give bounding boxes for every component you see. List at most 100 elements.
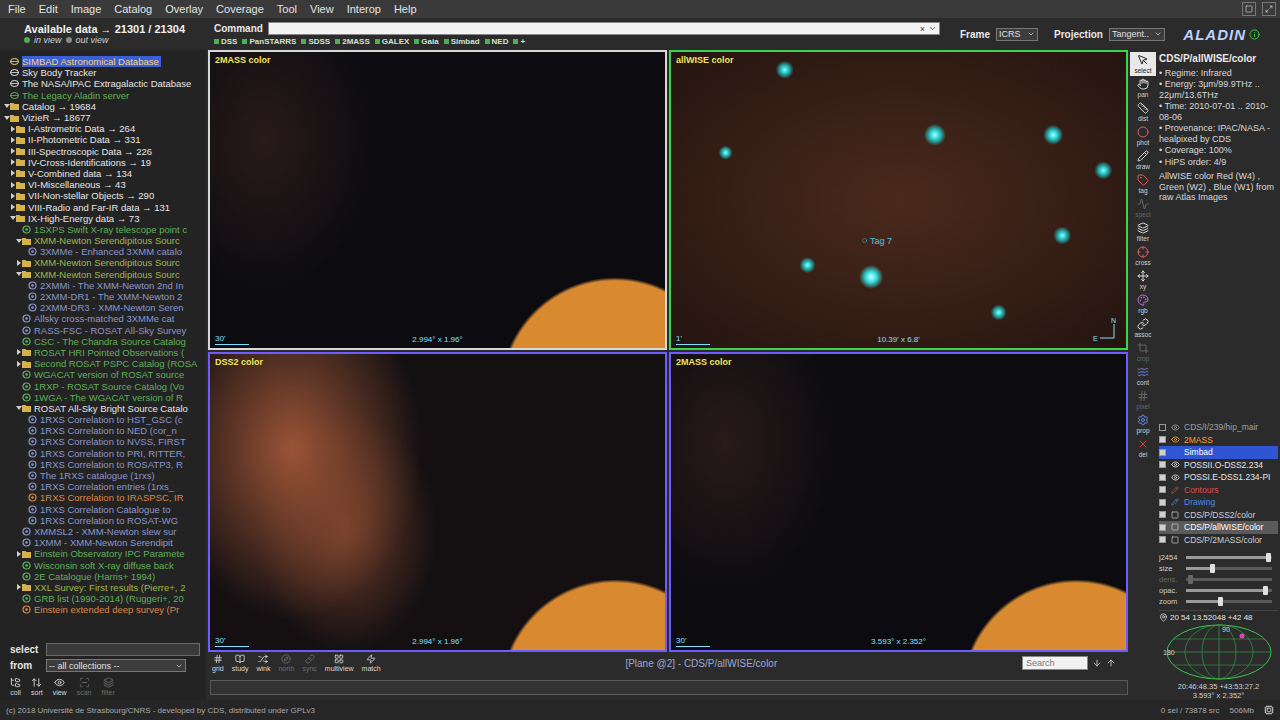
layer-checkbox[interactable] [1159,511,1166,518]
tool-button[interactable]: xy [1130,268,1156,292]
tool-button[interactable]: crop [1130,340,1156,364]
tree-toggle[interactable] [21,494,28,501]
tree-toggle[interactable] [21,416,28,423]
tree-toggle[interactable] [21,304,28,311]
collapsed-arrow-icon[interactable] [16,349,22,355]
view-tool-button[interactable]: wink [256,654,270,672]
layer-row[interactable]: POSSI.E-DSS1.234-PI [1159,471,1278,484]
layer-checkbox[interactable] [1159,474,1166,481]
quick-button[interactable]: Simbad [444,37,480,46]
quick-button[interactable]: 2MASS [335,37,370,46]
quick-button[interactable]: GALEX [375,37,410,46]
tool-button[interactable]: cross [1130,244,1156,268]
tree-toggle[interactable] [15,528,22,535]
allsky-globe[interactable]: 18090 [1162,622,1276,682]
layer-row[interactable]: CDS/P/DSS2/color [1159,509,1278,522]
tree-toggle[interactable] [21,483,28,490]
tree-item[interactable]: The 1RXS catalogue (1rxs) [0,470,206,481]
menu-item[interactable]: Image [67,0,111,18]
tree-toggle[interactable] [15,226,22,233]
tree-item[interactable]: 1WGA - The WGACAT version of R [0,392,206,403]
menu-item[interactable]: Tool [273,0,306,18]
slider-thumb[interactable] [1188,575,1193,584]
tree-toggle[interactable] [15,349,22,356]
tree-toggle[interactable] [3,80,10,87]
tree-item[interactable]: Second ROSAT PSPC Catalog (ROSA [0,358,206,369]
tree-toggle[interactable] [21,517,28,524]
collapsed-arrow-icon[interactable] [10,148,16,154]
projection-select[interactable]: Tangent.. [1109,28,1165,41]
menu-item[interactable]: View [306,0,343,18]
view-tool-button[interactable]: study [232,654,249,672]
tree-toggle[interactable] [15,595,22,602]
tree-toggle[interactable] [9,192,16,199]
tree-item[interactable]: VII-Non-stellar Objects → 290 [0,190,206,201]
tree-item[interactable]: 2E Catalogue (Harris+ 1994) [0,571,206,582]
layer-row[interactable]: CDS/P/2MASS/color [1159,534,1278,547]
tool-button[interactable]: draw [1130,148,1156,172]
collapsed-arrow-icon[interactable] [10,170,16,176]
collapsed-arrow-icon[interactable] [16,260,22,266]
expanded-arrow-icon[interactable] [16,405,22,411]
tree-toggle[interactable] [9,148,16,155]
tree-toggle[interactable] [15,394,22,401]
layer-checkbox[interactable] [1159,424,1166,431]
layer-checkbox[interactable] [1159,449,1166,456]
tree-item[interactable]: VizieR → 18677 [0,112,206,123]
tree-item[interactable]: IX-High-Energy data → 73 [0,213,206,224]
tree-item[interactable]: XMMSL2 - XMM-Newton slew sur [0,526,206,537]
layer-row[interactable]: Drawing [1159,496,1278,509]
tree-item[interactable]: 2XMM-DR1 - The XMM-Newton 2 [0,291,206,302]
next-arrow-icon[interactable] [1092,658,1102,668]
tree-toggle[interactable] [3,92,10,99]
menu-item[interactable]: Overlay [161,0,212,18]
collapsed-arrow-icon[interactable] [10,137,16,143]
tree-item[interactable]: Sky Body Tracker [0,67,206,78]
previous-arrow-icon[interactable] [1106,658,1116,668]
collapsed-arrow-icon[interactable] [16,584,22,590]
quick-button[interactable]: PanSTARRS [242,37,296,46]
layer-checkbox[interactable] [1159,524,1166,531]
view-tool-button[interactable]: multiview [325,654,354,672]
slider-thumb[interactable] [1263,586,1268,595]
tree-toggle[interactable] [9,181,16,188]
view-tool-button[interactable]: grid [212,654,224,672]
view-tool-button[interactable]: north [278,654,294,672]
layer-row[interactable]: CDS/I/239/hip_mair [1159,421,1278,434]
view-tool-button[interactable]: sync [302,654,316,672]
layer-row[interactable]: 2MASS [1159,434,1278,447]
collapsed-arrow-icon[interactable] [16,551,22,557]
tree-toggle[interactable] [15,237,22,244]
menu-item[interactable]: Catalog [110,0,161,18]
tree-item[interactable]: 2XMM-DR3 - XMM-Newton Seren [0,302,206,313]
tree-toggle[interactable] [15,405,22,412]
layer-checkbox[interactable] [1159,536,1166,543]
tree-toggle[interactable] [9,136,16,143]
tree-toggle[interactable] [21,293,28,300]
view-tool-button[interactable]: match [362,654,381,672]
tree-toggle[interactable] [15,550,22,557]
tree-toggle[interactable] [3,103,10,110]
tree-item[interactable]: 1RXS Correlation to NVSS, FIRST [0,436,206,447]
tree-item[interactable]: RASS-FSC - ROSAT All-Sky Survey [0,325,206,336]
slider-track[interactable] [1186,578,1272,581]
tree-toggle[interactable] [21,461,28,468]
tool-button[interactable]: del [1130,436,1156,460]
tree-item[interactable]: IV-Cross-Identifications → 19 [0,157,206,168]
tree-tool-button[interactable]: coll [10,677,21,696]
tool-button[interactable]: pan [1130,76,1156,100]
menu-item[interactable]: Coverage [212,0,273,18]
tree-tool-button[interactable]: filter [101,677,114,696]
tree-item[interactable]: VIII-Radio and Far-IR data → 131 [0,201,206,212]
layer-checkbox[interactable] [1159,461,1166,468]
layer-row[interactable]: Contours [1159,484,1278,497]
tree-item[interactable]: 2XMMi - The XMM-Newton 2nd In [0,280,206,291]
tool-button[interactable]: prop [1130,412,1156,436]
tool-button[interactable]: tag [1130,172,1156,196]
tree-item[interactable]: The NASA/IPAC Extragalactic Database [0,78,206,89]
select-input[interactable] [46,643,200,656]
tree-item[interactable]: XXL Survey: First results (Pierre+, 2 [0,582,206,593]
tree-item[interactable]: 1RXS Correlation to HST_GSC (c [0,414,206,425]
expanded-arrow-icon[interactable] [16,238,22,244]
from-select[interactable]: -- all collections -- [46,659,186,672]
